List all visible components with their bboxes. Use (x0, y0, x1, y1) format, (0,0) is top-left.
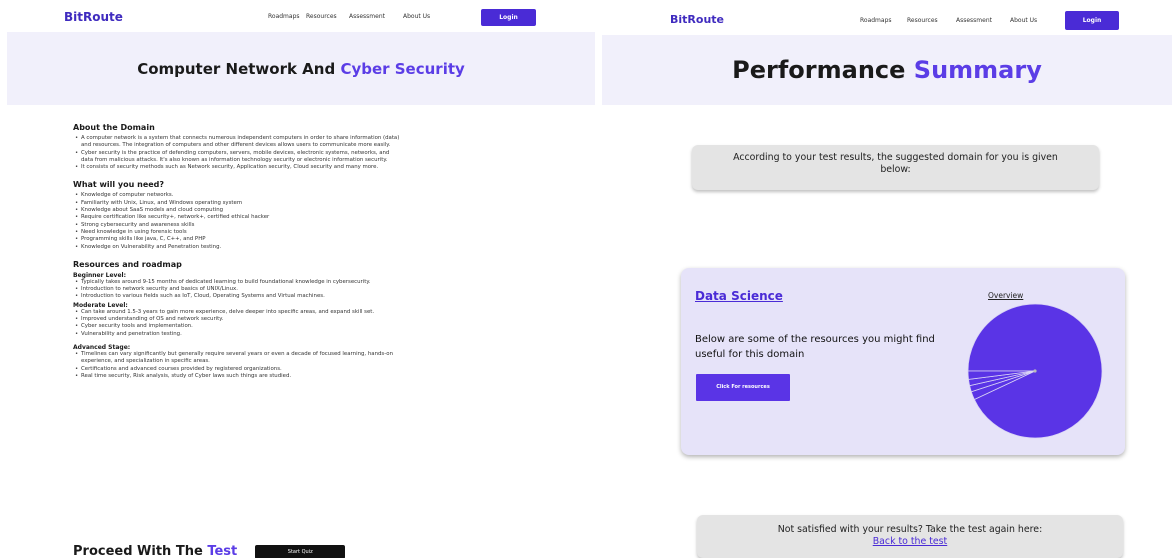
list-item: Can take around 1.5-3 years to gain more… (73, 309, 403, 317)
page-title: Performance Summary (732, 56, 1042, 84)
suggestion-message: According to your test results, the sugg… (692, 145, 1099, 190)
nav-assessment[interactable]: Assessment (956, 17, 992, 24)
list-item: Knowledge of computer networks. (73, 192, 403, 200)
proceed-title: Proceed With The Test (73, 544, 237, 558)
about-heading: About the Domain (73, 123, 155, 132)
beginner-list: Typically takes around 9-15 months of de… (73, 279, 403, 301)
nav-about-us[interactable]: About Us (1010, 17, 1037, 24)
list-item: Knowledge on Vulnerability and Penetrati… (73, 244, 403, 252)
page-title-main: Computer Network And (137, 59, 336, 78)
navbar: BitRoute Roadmaps Resources Assessment A… (0, 0, 595, 30)
overview-label: Overview (988, 291, 1024, 300)
need-heading: What will you need? (73, 180, 165, 190)
list-item: Vulnerability and penetration testing. (73, 331, 403, 339)
list-item: Cyber security is the practice of defend… (73, 150, 403, 165)
nav-assessment[interactable]: Assessment (349, 13, 385, 20)
hero-banner: Performance Summary (602, 35, 1172, 105)
login-button[interactable]: Login (1065, 11, 1119, 30)
logo[interactable]: BitRoute (64, 10, 123, 24)
proceed-section: Proceed With The Test Start Quiz (73, 544, 346, 558)
roadmap-heading: Resources and roadmap (73, 259, 182, 269)
cyber-security-page: BitRoute Roadmaps Resources Assessment A… (0, 0, 595, 558)
domain-result-card: Data Science Overview Below are some of … (681, 268, 1125, 455)
proceed-title-main: Proceed With The (73, 544, 203, 558)
moderate-list: Can take around 1.5-3 years to gain more… (73, 309, 403, 338)
advanced-heading: Advanced Stage: (73, 343, 131, 351)
list-item: Programming skills like java, C, C++, an… (73, 236, 403, 244)
list-item: Need knowledge in using forensic tools (73, 229, 403, 237)
list-item: Introduction to network security and bas… (73, 286, 403, 294)
moderate-heading: Moderate Level: (73, 301, 128, 309)
nav-roadmaps[interactable]: Roadmaps (860, 17, 892, 24)
page-title-main: Performance (732, 56, 906, 84)
list-item: Strong cybersecurity and awareness skill… (73, 222, 403, 230)
back-to-test-link[interactable]: Back to the test (697, 536, 1123, 548)
overview-pie-chart (967, 303, 1103, 439)
pie-center-dot (1033, 369, 1037, 373)
resources-text: Below are some of the resources you migh… (695, 334, 935, 360)
advanced-list: Timelines can vary significantly but gen… (73, 351, 403, 380)
list-item: Improved understanding of OS and network… (73, 316, 403, 324)
domain-content: About the Domain A computer network is a… (73, 123, 403, 380)
list-item: Real time security, Risk analysis, study… (73, 373, 403, 381)
retake-message: Not satisfied with your results? Take th… (697, 515, 1123, 558)
about-list: A computer network is a system that conn… (73, 135, 403, 172)
login-button[interactable]: Login (481, 9, 536, 26)
hero-banner: Computer Network And Cyber Security (7, 32, 595, 105)
need-list: Knowledge of computer networks. Familiar… (73, 192, 403, 252)
nav-about-us[interactable]: About Us (403, 13, 430, 20)
nav-resources[interactable]: Resources (306, 13, 337, 20)
list-item: It consists of security methods such as … (73, 164, 403, 172)
beginner-heading: Beginner Level: (73, 271, 126, 279)
page-title-accent: Summary (913, 56, 1042, 84)
list-item: Introduction to various fields such as I… (73, 293, 403, 301)
performance-summary-page: BitRoute Roadmaps Resources Assessment A… (602, 0, 1172, 558)
list-item: Typically takes around 9-15 months of de… (73, 279, 403, 287)
resources-button[interactable]: Click For resources (696, 374, 790, 401)
list-item: Timelines can vary significantly but gen… (73, 351, 403, 366)
navbar: BitRoute Roadmaps Resources Assessment A… (602, 0, 1172, 30)
domain-title[interactable]: Data Science (695, 289, 783, 303)
list-item: Require certification like security+, ne… (73, 214, 403, 222)
proceed-title-accent: Test (207, 544, 238, 558)
page-title: Computer Network And Cyber Security (137, 60, 465, 78)
logo[interactable]: BitRoute (670, 13, 724, 26)
list-item: Knowledge about SaaS models and cloud co… (73, 207, 403, 215)
start-quiz-button[interactable]: Start Quiz (255, 544, 346, 558)
nav-roadmaps[interactable]: Roadmaps (268, 13, 300, 20)
list-item: A computer network is a system that conn… (73, 135, 403, 150)
retake-text: Not satisfied with your results? Take th… (777, 524, 1043, 535)
nav-resources[interactable]: Resources (907, 17, 938, 24)
list-item: Familiarity with Unix, Linux, and Window… (73, 200, 403, 208)
list-item: Certifications and advanced courses prov… (73, 366, 403, 374)
list-item: Cyber security tools and implementation. (73, 323, 403, 331)
page-title-accent: Cyber Security (340, 59, 465, 78)
